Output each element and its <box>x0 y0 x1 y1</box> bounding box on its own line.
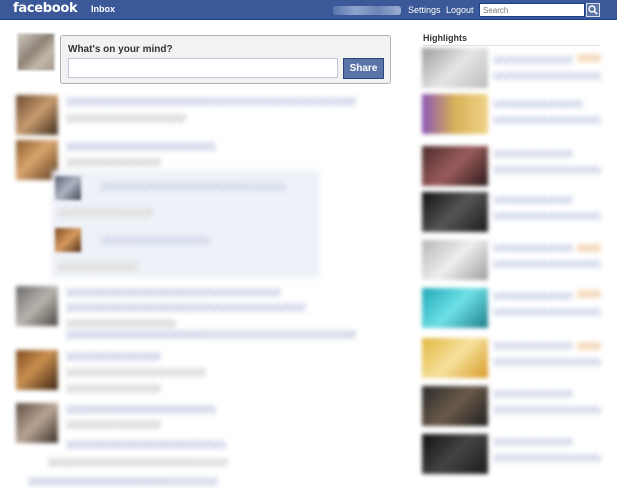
highlight-accent <box>577 342 601 350</box>
highlight-text <box>493 342 573 350</box>
feed-story-meta <box>66 319 176 328</box>
highlight-text <box>493 406 601 414</box>
facebook-logo[interactable]: facebook <box>13 1 78 16</box>
highlight-text <box>493 358 601 366</box>
feed-story-text <box>28 477 218 486</box>
feed-avatar[interactable] <box>16 403 58 443</box>
comment-meta <box>58 262 138 271</box>
feed-story-meta <box>66 420 161 429</box>
highlight-text <box>493 72 601 80</box>
highlights-title: Highlights <box>423 33 467 43</box>
highlight-thumbnail[interactable] <box>422 434 488 474</box>
highlight-thumbnail[interactable] <box>422 386 488 426</box>
feed-story-text <box>66 97 356 106</box>
highlight-text <box>493 292 573 300</box>
comment-text <box>100 182 285 191</box>
feed-story-text <box>66 352 161 361</box>
highlight-accent <box>577 54 601 62</box>
feed-story-meta <box>66 368 206 377</box>
magnifier-icon <box>588 5 598 15</box>
status-input[interactable] <box>68 58 338 78</box>
status-composer: What's on your mind? Share <box>60 35 391 84</box>
comment-avatar[interactable] <box>55 228 81 252</box>
feed-story-text <box>66 288 281 297</box>
highlights-divider <box>423 45 601 46</box>
nav-logout-link[interactable]: Logout <box>446 5 474 15</box>
comment-text <box>100 236 210 245</box>
composer-prompt: What's on your mind? <box>68 44 173 55</box>
feed-story-text <box>66 303 306 312</box>
feed-avatar[interactable] <box>16 286 58 326</box>
highlight-text <box>493 116 601 124</box>
highlight-text <box>493 100 583 108</box>
highlight-thumbnail[interactable] <box>422 192 488 232</box>
nav-inbox-link[interactable]: Inbox <box>91 4 115 14</box>
highlight-thumbnail[interactable] <box>422 338 488 378</box>
top-navigation-bar: facebook Inbox Settings Logout Search <box>0 0 617 20</box>
feed-story-text <box>66 142 216 151</box>
highlight-thumbnail[interactable] <box>422 146 488 186</box>
highlight-text <box>493 244 573 252</box>
comment-avatar[interactable] <box>55 176 81 200</box>
feed-story-meta <box>48 458 228 467</box>
search-button[interactable] <box>586 3 600 17</box>
nav-user-name-blurred[interactable] <box>333 6 401 15</box>
user-avatar[interactable] <box>17 33 55 71</box>
nav-settings-link[interactable]: Settings <box>408 5 441 15</box>
comment-meta <box>58 208 153 217</box>
highlight-text <box>493 454 601 462</box>
highlight-text <box>493 56 573 64</box>
share-button[interactable]: Share <box>343 58 384 79</box>
highlight-thumbnail[interactable] <box>422 94 488 134</box>
highlight-text <box>493 196 573 204</box>
highlight-text <box>493 260 601 268</box>
feed-avatar[interactable] <box>16 95 58 135</box>
feed-story-text <box>66 405 216 414</box>
highlight-text <box>493 308 601 316</box>
highlight-text <box>493 212 601 220</box>
feed-story-meta <box>66 158 161 167</box>
highlight-text <box>493 166 601 174</box>
highlight-thumbnail[interactable] <box>422 288 488 328</box>
feed-story-text <box>66 440 226 449</box>
feed-story-text <box>66 330 356 339</box>
highlight-accent <box>577 244 601 252</box>
feed-story-meta <box>66 384 161 393</box>
highlight-text <box>493 438 573 446</box>
feed-story-meta <box>66 114 186 123</box>
feed-avatar[interactable] <box>16 350 58 390</box>
highlight-text <box>493 150 573 158</box>
highlight-thumbnail[interactable] <box>422 48 488 88</box>
search-input[interactable]: Search <box>479 3 585 17</box>
highlight-thumbnail[interactable] <box>422 240 488 280</box>
highlight-text <box>493 390 573 398</box>
highlight-accent <box>577 290 601 298</box>
